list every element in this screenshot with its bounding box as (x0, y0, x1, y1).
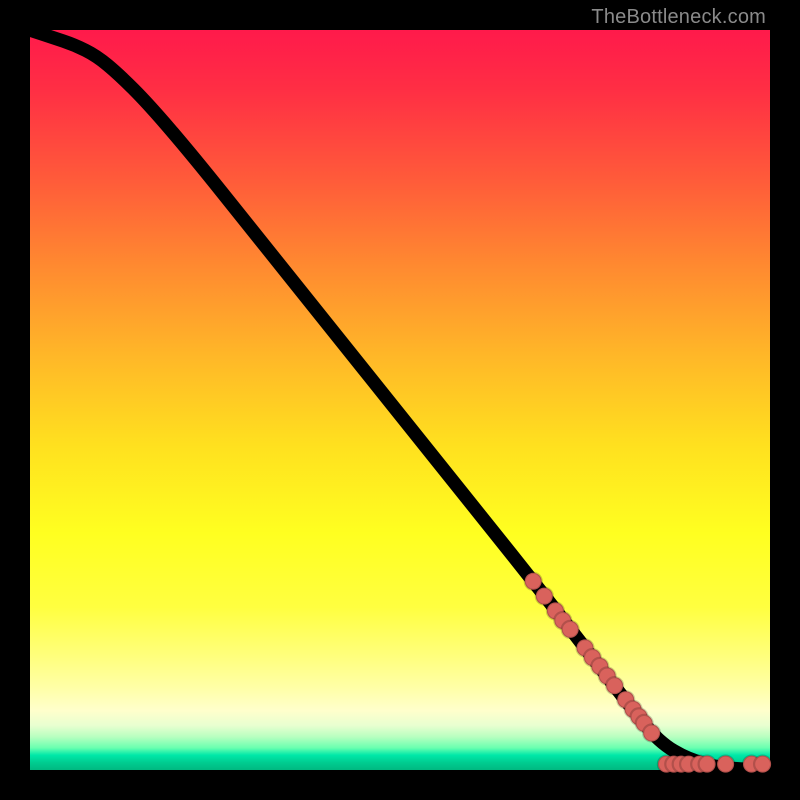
data-marker (643, 724, 660, 741)
data-marker (562, 621, 579, 638)
bottleneck-curve-line (30, 30, 770, 770)
bottleneck-chart (30, 30, 770, 770)
data-marker (525, 573, 542, 590)
bottleneck-markers (525, 573, 771, 773)
chart-gradient-background (30, 30, 770, 770)
attribution-text: TheBottleneck.com (591, 6, 766, 29)
data-marker (536, 588, 553, 605)
data-marker (754, 756, 771, 773)
data-marker (699, 756, 716, 773)
data-marker (717, 756, 734, 773)
